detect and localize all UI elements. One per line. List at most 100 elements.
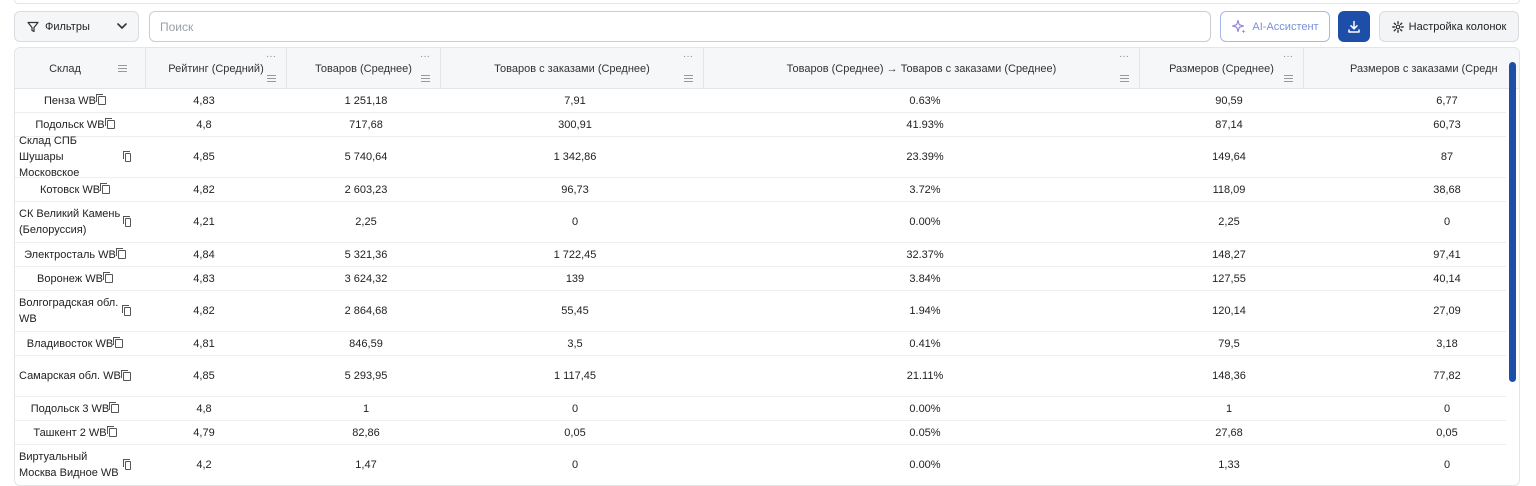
copy-icon[interactable] [104, 118, 115, 129]
warehouse-name: Склад СПБ Шушары Московское [19, 135, 80, 179]
table-cell: 717,68 [349, 118, 383, 131]
column-settings-button[interactable]: Настройка колонок [1379, 11, 1519, 42]
warehouse-name: Воронеж WB [37, 272, 103, 285]
more-options-icon[interactable]: ··· [266, 51, 276, 62]
copy-icon[interactable] [123, 215, 131, 227]
table-row[interactable]: Владивосток WB 4,81 846,59 3,5 0.41% 79,5 3,18 [15, 332, 1506, 356]
more-options-icon[interactable]: ··· [420, 51, 430, 62]
column-header-sizes-with-orders[interactable]: Размеров с заказами (Средн [1304, 48, 1519, 89]
more-options-icon[interactable]: ··· [1119, 51, 1129, 62]
copy-icon[interactable] [121, 304, 131, 316]
table-cell: 4,82 [193, 183, 215, 196]
column-header-products-with-orders[interactable]: Товаров с заказами (Среднее) ··· [441, 48, 704, 89]
data-table: Склад Рейтинг (Средний) ··· Товаров (Сре… [14, 47, 1520, 486]
copy-icon[interactable] [106, 426, 117, 437]
warehouse-name-cell: Котовск WB [15, 178, 135, 201]
column-menu-icon[interactable] [1284, 75, 1293, 82]
search-input[interactable] [149, 11, 1211, 42]
table-row[interactable]: Подольск 3 WB 4,8 1 0 0.00% 1 0 [15, 397, 1506, 421]
table-row[interactable]: Подольск WB 4,8 717,68 300,91 41.93% 87,14 60,… [15, 113, 1506, 137]
table-row[interactable]: Электросталь WB 4,84 5 321,36 1 722,45 32.37… [15, 243, 1506, 267]
table-row[interactable]: Волгоградская обл. WB 4,82 2 864,68 55,45 1.… [15, 291, 1506, 332]
table-cell: 4,21 [193, 216, 215, 228]
table-toolbar: Фильтры AI-Ассистент Настройка колонок [14, 11, 1520, 43]
table-cell: 4,79 [193, 426, 215, 439]
table-cell: 87 [1440, 151, 1454, 163]
table-cell: 0 [571, 459, 579, 471]
column-menu-icon[interactable] [421, 75, 430, 82]
table-cell: 148,27 [1212, 248, 1246, 261]
table-header: Склад Рейтинг (Средний) ··· Товаров (Сре… [15, 48, 1519, 89]
table-cell: 27,68 [1215, 426, 1243, 439]
copy-icon[interactable] [123, 150, 131, 162]
ai-assistant-button[interactable]: AI-Ассистент [1220, 11, 1330, 42]
table-cell: 0.00% [909, 402, 941, 415]
table-cell: 3.72% [909, 183, 941, 196]
warehouse-name-cell: Воронеж WB [15, 267, 135, 290]
warehouse-name-cell: Самарская обл. WB [15, 356, 135, 396]
copy-icon[interactable] [100, 183, 111, 194]
warehouse-name: Подольск WB [35, 118, 105, 131]
copy-icon[interactable] [123, 458, 131, 470]
column-header-conversion[interactable]: Товаров (Среднее) → Товаров с заказами (… [704, 48, 1140, 89]
table-row[interactable]: Виртуальный Москва Видное WB 4,2 1,47 0 0.00… [15, 445, 1506, 485]
table-cell: 4,8 [196, 402, 212, 415]
copy-icon[interactable] [115, 248, 126, 259]
column-menu-icon[interactable] [1120, 75, 1129, 82]
column-menu-icon[interactable] [684, 75, 693, 82]
copy-icon[interactable] [113, 337, 124, 348]
chevron-down-icon [117, 23, 127, 29]
column-header-label: Рейтинг (Средний) [168, 62, 264, 75]
warehouse-name-cell: Владивосток WB [15, 332, 135, 355]
column-header-warehouse[interactable]: Склад [15, 48, 146, 89]
panel-top-edge [14, 0, 1520, 4]
table-cell: 4,83 [193, 94, 215, 107]
table-cell: 4,85 [193, 151, 215, 163]
table-cell: 60,73 [1433, 118, 1461, 131]
table-row[interactable]: Котовск WB 4,82 2 603,23 96,73 3.72% 118,09 38… [15, 178, 1506, 202]
table-cell: 3.84% [909, 272, 941, 285]
warehouse-name-cell: Волгоградская обл. WB [15, 291, 135, 331]
download-button[interactable] [1338, 11, 1370, 42]
table-cell: 79,5 [1218, 337, 1240, 350]
filters-button[interactable]: Фильтры [14, 11, 139, 42]
table-cell: 127,55 [1212, 272, 1246, 285]
table-cell: 41.93% [906, 118, 944, 131]
table-cell: 0 [1443, 216, 1451, 228]
table-cell: 4,83 [193, 272, 215, 285]
table-cell: 4,2 [196, 459, 212, 471]
copy-icon[interactable] [120, 369, 131, 381]
column-menu-icon[interactable] [118, 65, 127, 72]
column-header-label: Товаров (Среднее) → Товаров с заказами (… [786, 62, 1057, 75]
column-header-sizes[interactable]: Размеров (Среднее) ··· [1140, 48, 1304, 89]
column-header-label: Товаров (Среднее) [315, 62, 412, 75]
table-row[interactable]: Пенза WB 4,83 1 251,18 7,91 0.63% 90,59 6,77 [15, 89, 1506, 113]
table-row[interactable]: СК Великий Камень (Белоруссия) 4,21 2,25 0 0… [15, 202, 1506, 243]
table-cell: 2 603,23 [344, 183, 388, 196]
column-header-rating[interactable]: Рейтинг (Средний) ··· [146, 48, 287, 89]
table-cell: 23.39% [906, 151, 944, 163]
column-header-products[interactable]: Товаров (Среднее) ··· [287, 48, 441, 89]
table-row[interactable]: Ташкент 2 WB 4,79 82,86 0,05 0.05% 27,68 0,05 [15, 421, 1506, 445]
more-options-icon[interactable]: ··· [683, 51, 693, 62]
column-menu-icon[interactable] [267, 75, 276, 82]
table-row[interactable]: Самарская обл. WB 4,85 5 293,95 1 117,45 21.… [15, 356, 1506, 397]
copy-icon[interactable] [109, 402, 120, 413]
more-options-icon[interactable]: ··· [1283, 51, 1293, 62]
table-cell: 7,91 [564, 94, 586, 107]
vertical-scrollbar[interactable] [1509, 62, 1516, 382]
table-cell: 40,14 [1433, 272, 1461, 285]
table-cell: 846,59 [349, 337, 383, 350]
table-cell: 1.94% [909, 305, 941, 317]
warehouse-name-cell: Подольск 3 WB [15, 397, 135, 420]
table-cell: 1 [362, 402, 370, 415]
table-row[interactable]: Воронеж WB 4,83 3 624,32 139 3.84% 127,55 40,1… [15, 267, 1506, 291]
copy-icon[interactable] [102, 272, 113, 283]
table-cell: 38,68 [1433, 183, 1461, 196]
copy-icon[interactable] [96, 94, 107, 105]
table-cell: 3,5 [567, 337, 583, 350]
warehouse-name: Виртуальный Москва Видное WB [19, 451, 119, 479]
table-cell: 0.63% [909, 94, 941, 107]
table-row[interactable]: Склад СПБ Шушары Московское 4,85 5 740,64 1… [15, 135, 1506, 179]
table-cell: 5 293,95 [344, 370, 388, 382]
